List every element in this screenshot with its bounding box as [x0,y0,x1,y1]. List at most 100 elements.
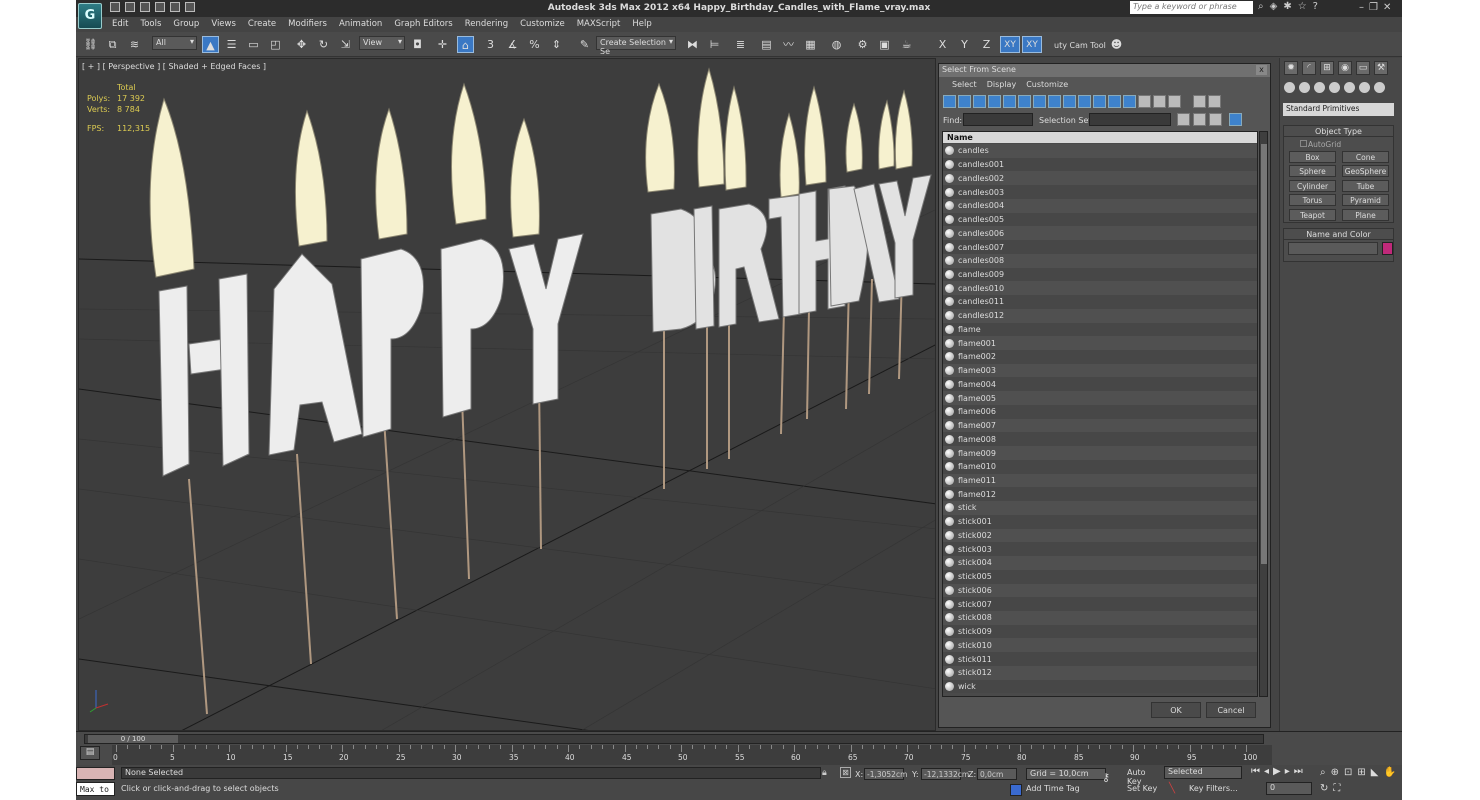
favorites-icon[interactable]: ☆ [1298,1,1307,12]
auto-key-button[interactable]: Auto Key [1127,768,1161,786]
list-item[interactable]: flame002 [943,350,1257,364]
list-item[interactable]: candles002 [943,171,1257,186]
cylinder-button[interactable]: Cylinder [1289,180,1336,192]
rotate-icon[interactable]: ↻ [315,36,332,53]
edit-named-selection-icon[interactable]: ✎ [576,36,593,53]
menu-rendering[interactable]: Rendering [459,17,514,32]
go-to-end-icon[interactable]: ⏭ [1294,766,1303,777]
autogrid-checkbox[interactable] [1300,140,1307,147]
current-frame-field[interactable]: 0 [1266,782,1312,795]
camera-tool-icon[interactable]: ☻ [1108,36,1125,53]
find-input[interactable] [963,113,1033,126]
list-item[interactable]: flame [943,322,1257,337]
keyboard-shortcut-override-icon[interactable]: ⌂ [457,36,474,53]
list-item[interactable]: flame006 [943,404,1257,419]
rect-selection-icon[interactable]: ▭ [245,36,262,53]
pan-icon[interactable]: ✋ [1383,767,1395,778]
reference-coord-dropdown[interactable]: View [359,36,405,50]
maximize-viewport-icon[interactable]: ⛶ [1333,783,1340,794]
list-item[interactable]: stick [943,501,1257,515]
schematic-view-icon[interactable]: ▦ [802,36,819,53]
list-item[interactable]: stick012 [943,665,1257,680]
display-cameras-icon[interactable] [988,95,1001,108]
dialog-close-icon[interactable]: x [1256,65,1267,75]
primitive-category-dropdown[interactable]: Standard Primitives [1283,103,1394,116]
percent-snap-icon[interactable]: % [526,36,543,53]
curve-editor-icon[interactable]: 〰 [780,36,797,53]
torus-button[interactable]: Torus [1289,194,1336,206]
scale-icon[interactable]: ⇲ [337,36,354,53]
add-time-tag[interactable]: Add Time Tag [1026,784,1080,793]
y-coordinate[interactable]: -12,1332cm [921,768,969,780]
dialog-title[interactable]: Select From Scene [939,64,1270,77]
constraint-xy-cycle[interactable]: XY [1022,36,1042,53]
select-object-icon[interactable]: ▲ [202,36,219,53]
time-slider-thumb[interactable]: 0 / 100 [88,735,178,743]
play-icon[interactable]: ▶ [1273,766,1281,777]
name-column-header[interactable]: Name [943,132,1257,143]
list-item[interactable]: wick [943,679,1257,694]
select-by-name-icon[interactable]: ☰ [223,36,240,53]
next-frame-icon[interactable]: ▸ [1285,766,1290,777]
spinner-snap-icon[interactable]: ⇕ [548,36,565,53]
list-item[interactable]: candles001 [943,157,1257,172]
unlink-icon[interactable]: ⧉ [104,36,121,53]
time-slider[interactable]: 0 / 100 [84,734,1264,744]
mirror-icon[interactable]: ⧓ [684,36,701,53]
list-item[interactable]: candles003 [943,185,1257,199]
window-crossing-icon[interactable]: ◰ [267,36,284,53]
angle-snap-icon[interactable]: ∡ [504,36,521,53]
menu-animation[interactable]: Animation [333,17,388,32]
display-invert-icon[interactable] [1153,95,1166,108]
list-item[interactable]: candles010 [943,281,1257,296]
list-item[interactable]: candles004 [943,198,1257,213]
render-production-icon[interactable]: ☕ [898,36,915,53]
selection-filter-dropdown[interactable]: All [152,36,197,50]
teapot-button[interactable]: Teapot [1289,209,1336,221]
list-item[interactable]: flame001 [943,336,1257,351]
object-color-swatch[interactable] [1382,242,1393,255]
menu-views[interactable]: Views [205,17,242,32]
dialog-menu-display[interactable]: Display [982,79,1022,90]
camera-tool-label[interactable]: uty Cam Tool [1054,41,1106,50]
list-item[interactable]: stick011 [943,652,1257,666]
list-item[interactable]: flame009 [943,446,1257,460]
zoom-all-icon[interactable]: ⊕ [1331,767,1339,778]
maxscript-listener-mini[interactable] [76,767,115,780]
box-button[interactable]: Box [1289,151,1336,163]
list-item[interactable]: stick010 [943,638,1257,653]
display-bones-icon[interactable] [1063,95,1076,108]
align-icon[interactable]: ⊨ [706,36,723,53]
list-item[interactable]: candles008 [943,253,1257,268]
field-of-view-icon[interactable]: ◣ [1371,767,1379,778]
zoom-extents-icon[interactable]: ⊡ [1344,767,1352,778]
key-filters-button[interactable]: Key Filters... [1189,784,1238,793]
pivot-center-icon[interactable]: ◘ [409,36,426,53]
x-coordinate[interactable]: -1,3052cm [864,768,907,780]
lock-icon[interactable]: 🔒︎ [822,768,827,778]
list-item[interactable]: stick004 [943,556,1257,570]
close-icon[interactable]: ✕ [1383,2,1391,13]
menu-maxscript[interactable]: MAXScript [571,17,627,32]
constraint-xy[interactable]: XY [1000,36,1020,53]
perspective-viewport[interactable]: [ + ] [ Perspective ] [ Shaded + Edged F… [78,58,936,731]
shapes-icon[interactable] [1299,82,1310,93]
list-item[interactable]: candles011 [943,295,1257,309]
constraint-x[interactable]: X [934,36,951,53]
list-item[interactable]: flame005 [943,391,1257,405]
list-item[interactable]: stick008 [943,610,1257,625]
select-none-icon[interactable] [1193,113,1206,126]
object-name-input[interactable] [1288,242,1378,255]
menu-edit[interactable]: Edit [106,17,134,32]
select-manipulate-icon[interactable]: ✛ [434,36,451,53]
key-mode-dropdown[interactable]: Selected [1164,766,1242,779]
rendered-frame-icon[interactable]: ▣ [876,36,893,53]
display-all-icon[interactable] [1123,95,1136,108]
display-frozen-icon[interactable] [1093,95,1106,108]
layer-manager-icon[interactable]: ≣ [732,36,749,53]
plane-button[interactable]: Plane [1342,209,1389,221]
modify-tab-icon[interactable]: ◜ [1302,61,1316,75]
list-item[interactable]: candles [943,144,1257,158]
display-helpers-icon[interactable] [1003,95,1016,108]
list-item[interactable]: flame011 [943,473,1257,488]
